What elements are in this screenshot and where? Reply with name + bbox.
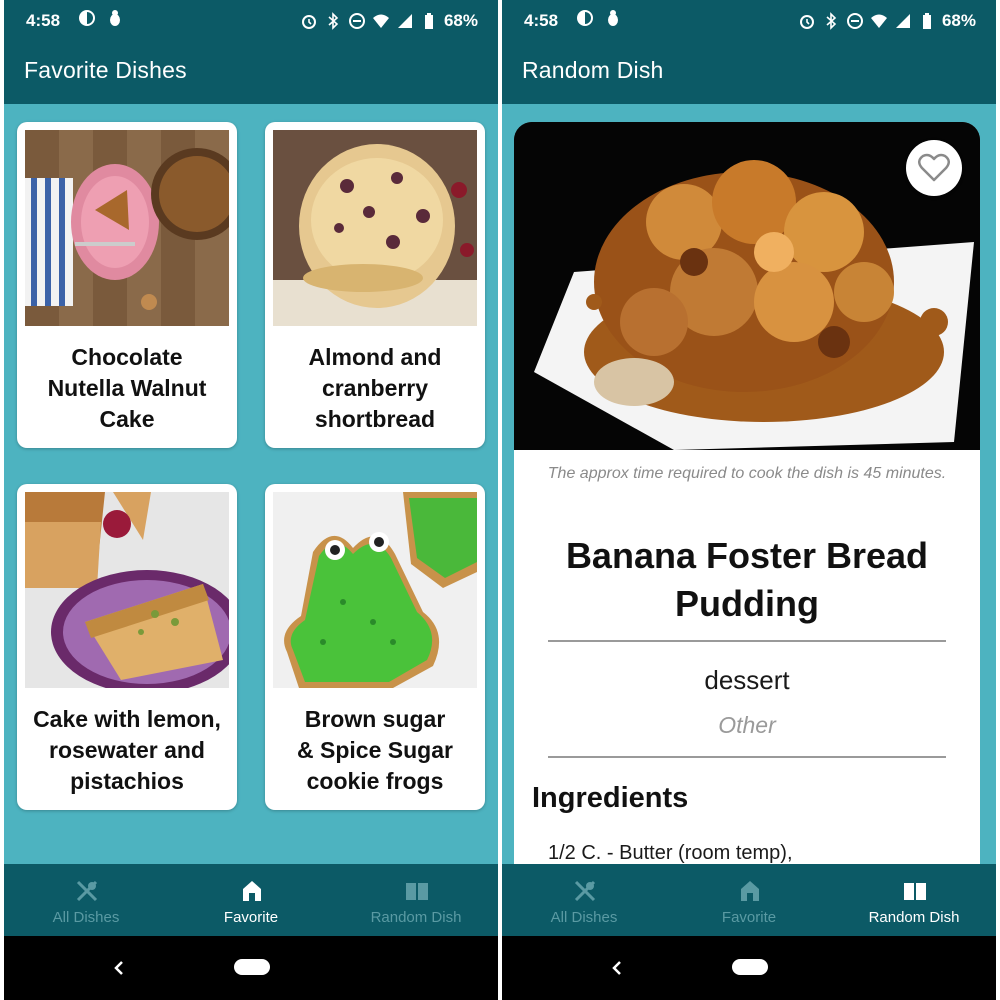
book-icon <box>904 883 926 900</box>
dish-card[interactable]: Brown sugar & Spice Sugar cookie frogs <box>265 484 485 810</box>
nav-item-all-dishes[interactable]: All Dishes <box>4 864 168 936</box>
do-not-disturb-icon <box>846 13 863 29</box>
back-icon[interactable] <box>606 956 626 980</box>
nav-label: Random Dish <box>868 909 960 926</box>
nav-label: All Dishes <box>550 909 618 926</box>
dish-title: Chocolate Nutella Walnut Cake <box>47 344 207 432</box>
page-title: Favorite Dishes <box>24 57 187 83</box>
favorite-button[interactable] <box>906 140 962 196</box>
page-title: Random Dish <box>522 57 664 83</box>
bottom-navigation: All Dishes Favorite Random Dish <box>4 864 498 936</box>
nav-item-random-dish[interactable]: Random Dish <box>832 864 996 936</box>
nav-item-favorite[interactable]: Favorite <box>169 864 333 936</box>
dish-image-lemon-cake <box>25 492 229 688</box>
nav-label: Favorite <box>223 909 279 926</box>
dish-image-chocolate-cake <box>25 130 229 326</box>
ingredients-heading: Ingredients <box>532 782 689 814</box>
dish-title: Banana Foster Bread Pudding <box>565 535 929 624</box>
status-bar: 4:58 68% <box>502 0 996 40</box>
dish-type: dessert <box>704 665 790 695</box>
home-icon <box>741 881 759 901</box>
dish-title: Almond and cranberry shortbread <box>308 344 442 432</box>
battery-level: 68% <box>941 11 976 30</box>
favorite-dishes-grid: Chocolate Nutella Walnut Cake Almond and… <box>4 104 498 864</box>
back-icon[interactable] <box>108 956 128 980</box>
do-not-disturb-icon <box>348 13 365 29</box>
media-icon <box>577 10 593 26</box>
dish-image-frog-cookies <box>273 492 477 688</box>
book-icon <box>406 883 428 900</box>
system-navigation-bar <box>4 936 498 1000</box>
dish-detail-card: The approx time required to cook the dis… <box>514 122 980 864</box>
bluetooth-icon <box>826 12 837 30</box>
dish-card[interactable]: Cake with lemon, rosewater and pistachio… <box>17 484 237 810</box>
home-button[interactable] <box>234 959 270 975</box>
ingredient-item: 1/2 C. - Butter (room temp), <box>548 842 793 864</box>
app-bar: Random Dish <box>502 40 996 104</box>
wifi-icon <box>870 14 887 28</box>
divider <box>548 640 946 642</box>
dish-card[interactable]: Almond and cranberry shortbread <box>265 122 485 448</box>
battery-level: 68% <box>443 11 478 30</box>
battery-icon <box>424 13 433 29</box>
bluetooth-icon <box>328 12 339 30</box>
dish-category: Other <box>718 712 776 738</box>
dish-card[interactable]: Chocolate Nutella Walnut Cake <box>17 122 237 448</box>
app-bar: Favorite Dishes <box>4 40 498 104</box>
nav-label: Random Dish <box>370 909 462 926</box>
system-navigation-bar <box>502 936 996 1000</box>
bottom-navigation: All Dishes Favorite Random Dish <box>502 864 996 936</box>
android-debug-icon <box>608 10 618 26</box>
divider <box>548 756 946 758</box>
cook-time-note: The approx time required to cook the dis… <box>547 465 947 482</box>
status-time: 4:58 <box>26 11 61 30</box>
nav-item-random-dish[interactable]: Random Dish <box>334 864 498 936</box>
nav-item-all-dishes[interactable]: All Dishes <box>502 864 666 936</box>
cutlery-icon <box>574 880 596 902</box>
dish-title: Cake with lemon, rosewater and pistachio… <box>33 706 221 794</box>
dish-title: Brown sugar & Spice Sugar cookie frogs <box>297 706 453 794</box>
wifi-icon <box>372 14 389 28</box>
status-bar: 4:58 68% <box>4 0 498 40</box>
dish-image-almond-shortbread <box>273 130 477 326</box>
nav-label: Favorite <box>721 909 777 926</box>
media-icon <box>79 10 95 26</box>
nav-item-favorite[interactable]: Favorite <box>667 864 831 936</box>
signal-icon <box>895 14 910 28</box>
alarm-icon <box>799 15 814 29</box>
alarm-icon <box>301 15 316 29</box>
signal-icon <box>397 14 412 28</box>
home-icon <box>243 881 261 901</box>
phone-favorite-screen: 4:58 68% Favorite Dishes Chocolate Nutel… <box>4 0 498 1000</box>
nav-label: All Dishes <box>52 909 120 926</box>
home-button[interactable] <box>732 959 768 975</box>
cutlery-icon <box>76 880 98 902</box>
battery-icon <box>922 13 931 29</box>
phone-random-dish-screen: 4:58 68% Random Dish The approx time req… <box>502 0 996 1000</box>
status-time: 4:58 <box>524 11 559 30</box>
heart-outline-icon <box>918 153 950 182</box>
android-debug-icon <box>110 10 120 26</box>
random-dish-content: The approx time required to cook the dis… <box>502 104 996 864</box>
